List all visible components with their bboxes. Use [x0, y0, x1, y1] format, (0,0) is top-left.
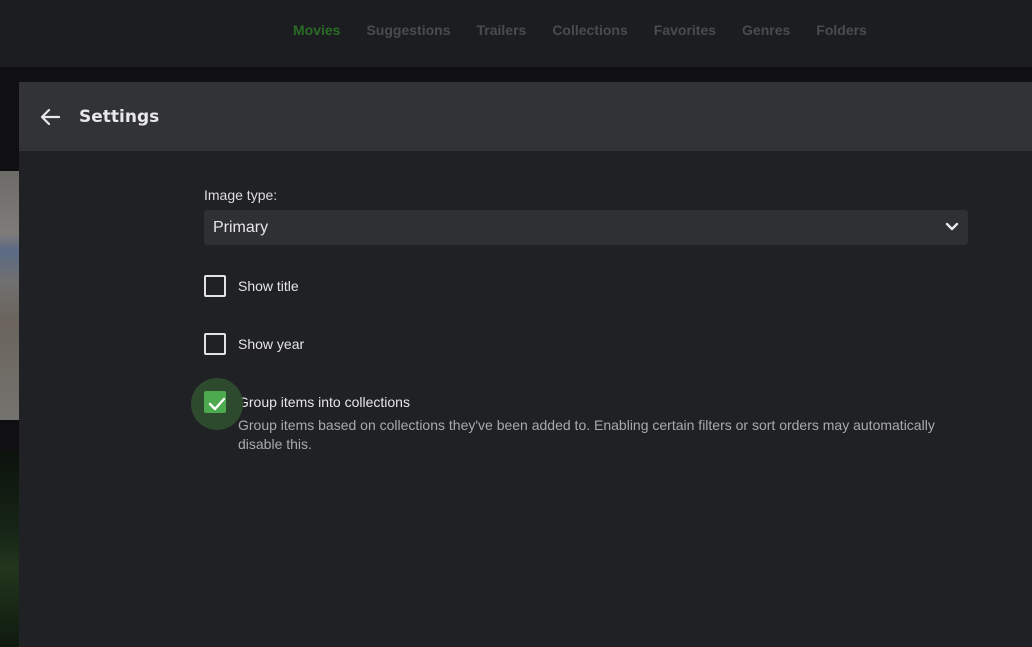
checkmark-icon: [208, 397, 226, 411]
tab-suggestions[interactable]: Suggestions: [366, 21, 450, 39]
show-year-checkbox[interactable]: [204, 333, 226, 355]
show-year-label[interactable]: Show year: [238, 333, 304, 355]
background-poster: [0, 451, 19, 647]
group-collections-option: Group items into collections: [191, 378, 968, 430]
group-collections-description: Group items based on collections they've…: [238, 417, 935, 452]
show-title-checkbox[interactable]: [204, 275, 226, 297]
background-poster: [0, 171, 19, 420]
tab-collections[interactable]: Collections: [552, 21, 627, 39]
settings-form: Image type: Primary Show title Show year…: [191, 187, 968, 454]
show-title-label[interactable]: Show title: [238, 275, 299, 297]
group-collections-checkbox[interactable]: [204, 391, 226, 413]
top-nav-bar: Movies Suggestions Trailers Collections …: [0, 0, 1032, 67]
settings-dialog: Settings Image type: Primary Show title …: [19, 82, 1032, 647]
image-type-select[interactable]: Primary: [204, 210, 968, 245]
back-button[interactable]: [39, 106, 61, 128]
dialog-title: Settings: [79, 106, 160, 127]
image-type-value: Primary: [213, 218, 269, 236]
tab-folders[interactable]: Folders: [816, 21, 867, 39]
library-tabs: Movies Suggestions Trailers Collections …: [280, 21, 880, 39]
tab-movies[interactable]: Movies: [293, 21, 340, 39]
group-collections-label[interactable]: Group items into collections: [238, 391, 410, 413]
image-type-label: Image type:: [204, 187, 278, 203]
show-year-option: Show year: [204, 333, 968, 355]
dialog-header: Settings: [19, 82, 1032, 151]
tab-trailers[interactable]: Trailers: [476, 21, 526, 39]
tab-favorites[interactable]: Favorites: [654, 21, 716, 39]
arrow-left-icon: [40, 108, 60, 125]
show-title-option: Show title: [204, 275, 968, 297]
chevron-down-icon: [945, 222, 959, 231]
tab-genres[interactable]: Genres: [742, 21, 790, 39]
